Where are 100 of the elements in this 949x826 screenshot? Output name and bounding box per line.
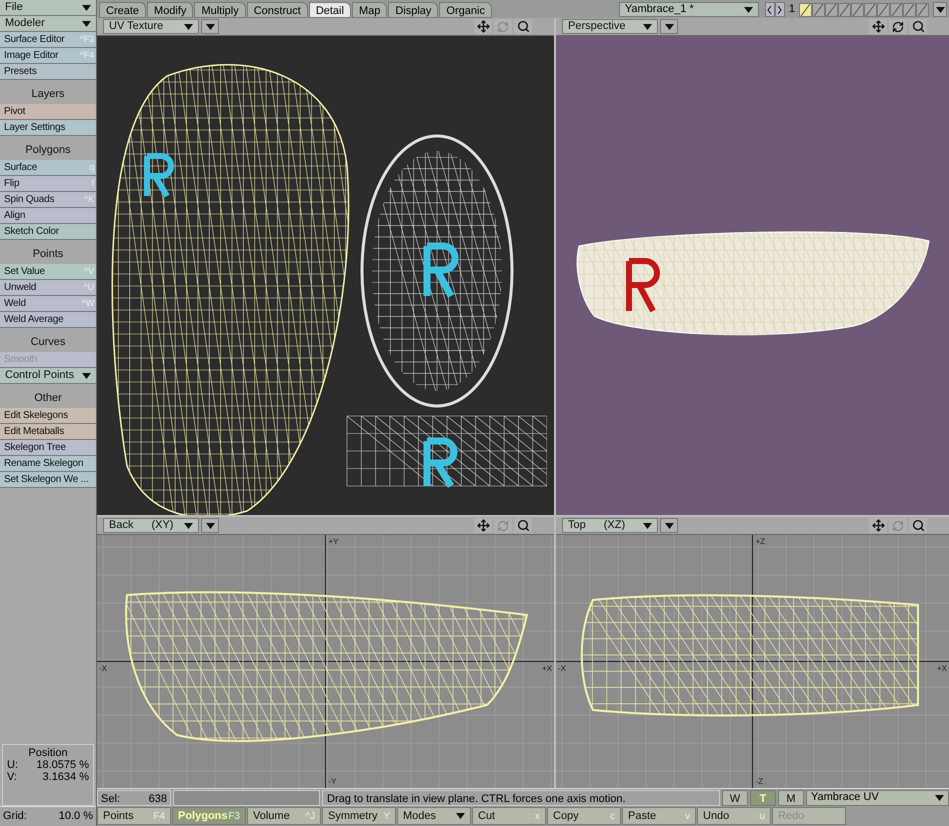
move-icon [872, 20, 884, 33]
view-dropdown[interactable]: Back (XY) [103, 518, 199, 533]
axis-label: +Y [328, 537, 339, 546]
move-view-button[interactable] [474, 518, 492, 533]
layer-toggle[interactable] [799, 3, 812, 17]
object-dropdown[interactable]: Yambrace_1 * [618, 2, 759, 17]
caret-icon [936, 6, 944, 12]
tool-button[interactable]: Spin Quads ^K [0, 192, 96, 208]
slash-icon [878, 4, 889, 16]
zoom-view-button[interactable] [514, 19, 532, 34]
chevron-left-icon [767, 6, 772, 14]
tool-button[interactable]: Rename Skelegon [0, 456, 96, 472]
menu-dropdown[interactable]: Modeler [0, 16, 96, 32]
caret-icon [456, 813, 465, 819]
move-icon [476, 20, 490, 33]
caret-icon [935, 794, 944, 800]
toolbar-button[interactable]: Volume ^J [247, 807, 321, 825]
search-icon [516, 519, 530, 532]
zoom-view-button[interactable] [909, 19, 927, 34]
tool-button[interactable]: Skelegon Tree [0, 440, 96, 456]
tab[interactable]: Create [99, 2, 146, 18]
move-view-button[interactable] [474, 19, 492, 34]
view-dropdown[interactable]: UV Texture [103, 19, 199, 34]
layer-toggle[interactable] [838, 3, 851, 17]
layer-toggle[interactable] [890, 3, 903, 17]
menu-dropdown[interactable]: Control Points [0, 368, 96, 384]
rotate-view-button[interactable] [889, 19, 907, 34]
caret-icon [82, 4, 91, 10]
tool-button[interactable]: Sketch Color [0, 224, 96, 240]
zoom-view-button[interactable] [514, 518, 532, 533]
menu-dropdown[interactable]: File [0, 0, 96, 16]
layer-toggle[interactable] [825, 3, 838, 17]
tool-button[interactable]: Edit Metaballs [0, 424, 96, 440]
view-dropdown[interactable]: Perspective [562, 19, 658, 34]
view-options-dropdown[interactable] [660, 19, 678, 34]
tool-button[interactable]: Presets [0, 64, 96, 80]
section-heading: Points [32, 246, 64, 262]
layer-toggle[interactable] [877, 3, 890, 17]
layer-toggle[interactable] [864, 3, 877, 17]
next-button[interactable] [774, 2, 785, 17]
toolbar-button[interactable]: Undo u [697, 807, 771, 825]
view-dropdown[interactable]: Top (XZ) [562, 518, 658, 533]
uv-map-dropdown[interactable]: Yambrace UV [806, 790, 949, 806]
slash-icon [891, 4, 902, 16]
axis-label: V: [7, 771, 17, 783]
tool-button[interactable]: Weld Average [0, 312, 96, 328]
toolbar-button[interactable]: Points F4 [97, 807, 171, 825]
rotate-icon [497, 20, 509, 32]
move-view-button[interactable] [869, 518, 887, 533]
move-view-button[interactable] [869, 19, 887, 34]
tool-button[interactable]: Pivot [0, 104, 96, 120]
mode-button[interactable]: W [722, 790, 748, 806]
input-field[interactable] [173, 790, 320, 806]
zoom-view-button[interactable] [909, 518, 927, 533]
tool-button[interactable]: Edit Skelegons [0, 408, 96, 424]
grid-size-field[interactable]: Grid: 10.0 % [0, 806, 96, 826]
move-icon [872, 519, 884, 532]
tool-button[interactable]: Layer Settings [0, 120, 96, 136]
layer-toggle[interactable] [812, 3, 825, 17]
position-value: 18.0575 % [36, 759, 89, 771]
tab[interactable]: Detail [308, 2, 351, 18]
tool-button[interactable]: Surface q [0, 160, 96, 176]
layer-toggle[interactable] [903, 3, 916, 17]
tool-button[interactable]: Surface Editor ^F3 [0, 32, 96, 48]
view-options-dropdown[interactable] [201, 19, 219, 34]
tab[interactable]: Organic [439, 2, 492, 18]
axis-label: -Y [328, 777, 336, 786]
toolbar-button[interactable]: Cut x [472, 807, 546, 825]
section-heading: Curves [30, 334, 66, 350]
tool-button[interactable]: Align [0, 208, 96, 224]
section-heading: Other [34, 390, 62, 406]
modes-dropdown[interactable]: Modes [397, 807, 471, 825]
tool-button[interactable]: Set Skelegon We ... [0, 472, 96, 488]
caret-icon [643, 24, 652, 30]
tab[interactable]: Construct [246, 2, 308, 18]
tab[interactable]: Map [352, 2, 388, 18]
tool-button[interactable]: Set Value ^V [0, 264, 96, 280]
selection-count: Sel: 638 [97, 790, 171, 806]
view-options-dropdown[interactable] [660, 518, 678, 533]
tool-button[interactable]: Weld ^W [0, 296, 96, 312]
rotate-icon [892, 520, 904, 532]
section-heading: Polygons [25, 142, 71, 158]
axis-label: U: [7, 759, 18, 771]
view-options-dropdown[interactable] [201, 518, 219, 533]
layer-toggle[interactable] [851, 3, 864, 17]
tab[interactable]: Multiply [194, 2, 246, 18]
rotate-icon [892, 20, 904, 32]
tool-button[interactable]: Image Editor ^F4 [0, 48, 96, 64]
tool-button[interactable]: Unweld ^U [0, 280, 96, 296]
mode-button[interactable]: M [778, 790, 804, 806]
menu-dropdown[interactable] [933, 2, 947, 17]
caret-icon [664, 24, 674, 30]
layer-toggle[interactable] [916, 3, 929, 17]
toolbar-button[interactable]: Paste v [622, 807, 696, 825]
slash-icon [865, 4, 876, 16]
toolbar-button[interactable]: Symmetry Y [322, 807, 396, 825]
toolbar-button[interactable]: Copy c [547, 807, 621, 825]
tab[interactable]: Display [388, 2, 438, 18]
tab[interactable]: Modify [147, 2, 194, 18]
previous-button[interactable] [764, 2, 775, 17]
